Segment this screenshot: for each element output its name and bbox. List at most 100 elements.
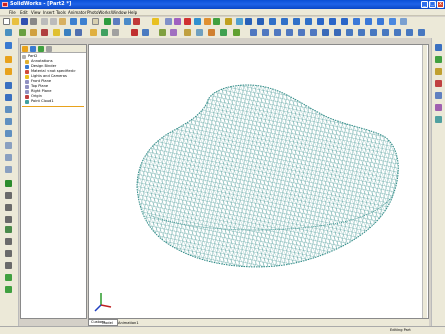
move-entities-icon[interactable] [5, 262, 12, 269]
custom-properties-icon[interactable] [435, 116, 442, 123]
zoom-fit-icon[interactable] [250, 29, 257, 36]
scene-icon[interactable] [204, 18, 211, 25]
pan-icon[interactable] [310, 29, 317, 36]
display-relations-icon[interactable] [5, 274, 12, 281]
appearance-icon[interactable] [194, 18, 201, 25]
mirror-entities-icon[interactable] [5, 238, 12, 245]
paste-icon[interactable] [59, 18, 66, 25]
curves-icon[interactable] [101, 29, 108, 36]
decal-icon[interactable] [213, 18, 220, 25]
plane-view-icon[interactable] [165, 18, 172, 25]
render-icon[interactable] [184, 18, 191, 25]
print-icon[interactable] [30, 18, 37, 25]
circle-tool-icon[interactable] [5, 106, 12, 113]
extend-entities-icon[interactable] [5, 216, 12, 223]
trim-icon[interactable] [196, 29, 203, 36]
sketch-tool-icon[interactable] [5, 42, 12, 49]
zoom-area-icon[interactable] [262, 29, 269, 36]
menu-photoworks[interactable]: PhotoWorks [87, 10, 111, 15]
cube-view-icon[interactable] [365, 18, 372, 25]
close-button[interactable]: x [437, 1, 444, 8]
photoworks-icon[interactable] [174, 18, 181, 25]
menu-help[interactable]: Help [128, 10, 137, 15]
appearances-icon[interactable] [435, 104, 442, 111]
ellipse-icon[interactable] [5, 142, 12, 149]
point-cloud-model[interactable] [89, 45, 428, 318]
tab-model[interactable]: Model [102, 321, 113, 325]
shadows-icon[interactable] [394, 29, 401, 36]
view-bottom-icon[interactable] [305, 18, 312, 25]
shaded-with-edges-icon[interactable] [358, 29, 365, 36]
view-dimetric-icon[interactable] [341, 18, 348, 25]
rollback-bar[interactable] [22, 106, 84, 107]
box-view-icon[interactable] [377, 18, 384, 25]
sketch-relation-icon[interactable] [184, 29, 191, 36]
cut-icon[interactable] [41, 18, 48, 25]
sketch-icon[interactable] [152, 18, 159, 25]
menu-tools[interactable]: Tools [56, 10, 66, 15]
view-right-icon[interactable] [281, 18, 288, 25]
zoom-in-out-icon[interactable] [274, 29, 281, 36]
rebuild-icon[interactable] [104, 18, 111, 25]
graphics-scrollbar[interactable] [422, 45, 427, 318]
view-palette-icon[interactable] [435, 92, 442, 99]
lights-icon[interactable] [225, 18, 232, 25]
arc-icon[interactable] [5, 118, 12, 125]
orange-sketch-icon[interactable] [5, 56, 12, 63]
view-left-icon[interactable] [269, 18, 276, 25]
fillet-sketch-icon[interactable] [5, 154, 12, 161]
cut-extrude-icon[interactable] [41, 29, 48, 36]
view-trimetric-icon[interactable] [329, 18, 336, 25]
view-isometric-icon[interactable] [317, 18, 324, 25]
extrude-icon[interactable] [19, 29, 26, 36]
convert-entities-icon[interactable] [5, 180, 12, 187]
dimxpert-tab-icon[interactable] [46, 46, 52, 52]
wireframe-cube-icon[interactable] [400, 18, 407, 25]
file-explorer-icon[interactable] [435, 68, 442, 75]
construction-geometry-icon[interactable] [5, 226, 12, 233]
menu-window[interactable]: Window [111, 10, 127, 15]
open-folder-icon[interactable] [12, 18, 19, 25]
close-document-icon[interactable] [133, 18, 140, 25]
plane-icon[interactable] [220, 29, 227, 36]
menu-animator[interactable]: Animator [68, 10, 86, 15]
undo-icon[interactable] [70, 18, 77, 25]
save-icon[interactable] [21, 18, 28, 25]
sketch-line-icon[interactable] [131, 29, 138, 36]
zoom-selection-icon[interactable] [286, 29, 293, 36]
realview-icon[interactable] [406, 29, 413, 36]
offset-entities-icon[interactable] [5, 192, 12, 199]
rectangle-tool-icon[interactable] [5, 94, 12, 101]
redo-icon[interactable] [80, 18, 87, 25]
repair-sketch-icon[interactable] [5, 286, 12, 293]
new-document-icon[interactable] [3, 18, 10, 25]
view-back-icon[interactable] [257, 18, 264, 25]
feature-manager-tab-icon[interactable] [22, 46, 28, 52]
line-tool-icon[interactable] [5, 82, 12, 89]
fillet-icon[interactable] [53, 29, 60, 36]
spline-icon[interactable] [5, 130, 12, 137]
search-icon[interactable] [435, 80, 442, 87]
shaded-icon[interactable] [370, 29, 377, 36]
graphics-area[interactable] [88, 44, 429, 319]
revolve-icon[interactable] [30, 29, 37, 36]
balloon-icon[interactable] [170, 29, 177, 36]
menu-file[interactable]: File [9, 10, 16, 15]
arc-tool-icon[interactable] [233, 29, 240, 36]
menu-view[interactable]: View [31, 10, 41, 15]
select-arrow-icon[interactable] [92, 18, 99, 25]
copy-icon[interactable] [50, 18, 57, 25]
chamfer-icon[interactable] [64, 29, 71, 36]
hidden-lines-icon[interactable] [346, 29, 353, 36]
centerline-icon[interactable] [5, 166, 12, 173]
section-view-icon[interactable] [334, 29, 341, 36]
note-icon[interactable] [159, 29, 166, 36]
linear-pattern-icon[interactable] [5, 250, 12, 257]
rotate-view-icon[interactable] [298, 29, 305, 36]
cameras-icon[interactable] [418, 29, 425, 36]
tab-animation[interactable]: Animation1 [118, 321, 139, 325]
options-icon[interactable] [113, 18, 120, 25]
menu-insert[interactable]: Insert [43, 10, 54, 15]
mirror-icon[interactable] [208, 29, 215, 36]
shaded-cube-icon[interactable] [389, 18, 396, 25]
